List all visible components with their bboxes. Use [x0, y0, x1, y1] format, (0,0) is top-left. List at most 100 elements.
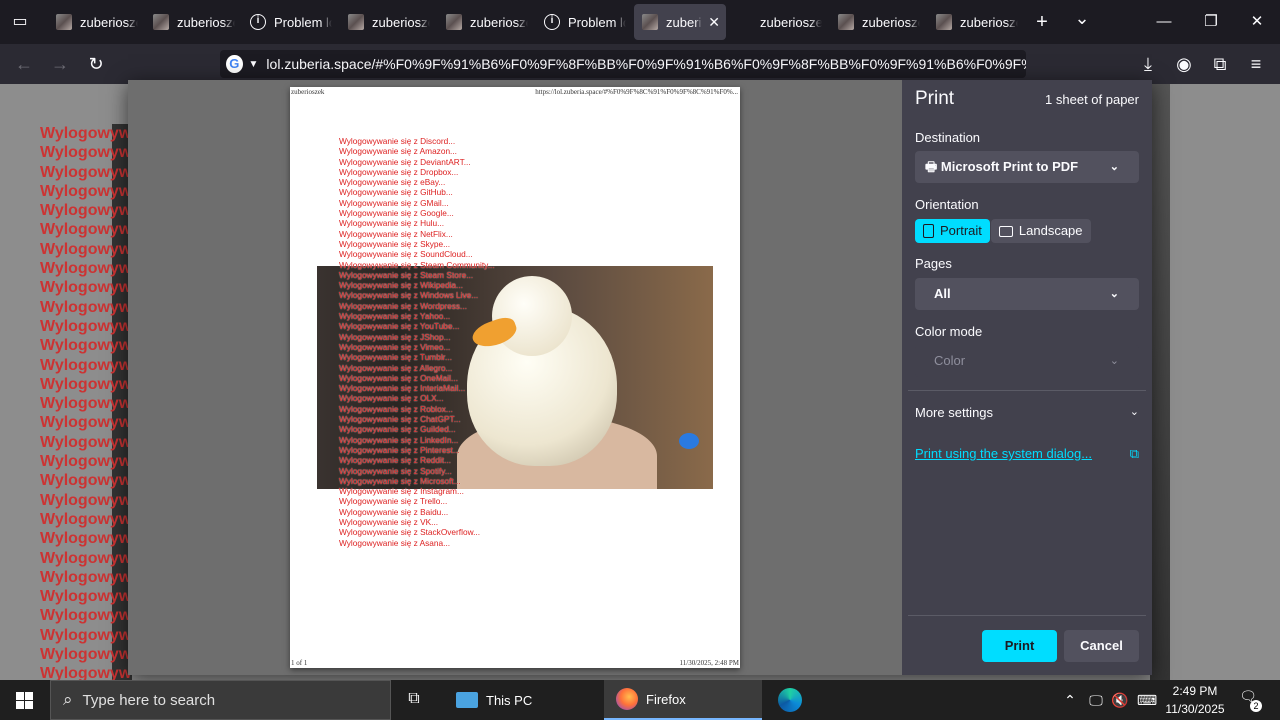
logout-message: Wylogowywanie się z Tumblr...: [339, 352, 452, 363]
background-text-line: Wylogowyw: [40, 163, 132, 181]
tab[interactable]: zuberiosze: [48, 4, 144, 40]
site-favicon-icon: [153, 14, 169, 30]
background-text-line: Wylogowyw: [40, 337, 132, 355]
volume-muted-icon[interactable]: 🔇: [1108, 680, 1132, 720]
logout-message: Wylogowywanie się z StackOverflow...: [339, 527, 481, 538]
logout-message: Wylogowywanie się z SoundCloud...: [339, 249, 473, 260]
logout-message: Wylogowywanie się z eBay...: [339, 177, 446, 188]
portrait-label: Portrait: [940, 223, 982, 238]
destination-select[interactable]: 🖶 Microsoft Print to PDF ⌄: [915, 151, 1139, 183]
background-text-line: Wylogowyw: [40, 375, 132, 393]
tab-label: zuberiosze: [760, 14, 822, 30]
background-text-line: Wylogowyw: [40, 240, 132, 258]
tab[interactable]: zuberiosze: [830, 4, 926, 40]
logout-message: Wylogowywanie się z Baidu...: [339, 506, 449, 517]
portrait-icon: [923, 224, 934, 238]
background-text-line: Wylogowyw: [40, 626, 132, 644]
close-window-icon[interactable]: ✕: [1234, 0, 1280, 44]
print-button[interactable]: Print: [982, 630, 1057, 662]
tab-list-icon[interactable]: ⌄: [1072, 8, 1092, 28]
url-text[interactable]: lol.zuberia.space/#%F0%9F%91%B6%F0%9F%8F…: [266, 56, 1026, 72]
logout-message: Wylogowywanie się z Spotify...: [339, 465, 452, 476]
site-favicon-icon: [642, 14, 658, 30]
taskbar: ⌕ Type here to search ⧉ This PC Firefox …: [0, 680, 1280, 720]
sheet-count: 1 sheet of paper: [1045, 92, 1139, 107]
restore-icon[interactable]: ❐: [1188, 0, 1234, 44]
logout-message: Wylogowywanie się z Instagram...: [339, 486, 464, 497]
tab[interactable]: zuberiosze: [145, 4, 241, 40]
tab[interactable]: zuberiosze: [438, 4, 534, 40]
firefox-view-icon[interactable]: ▭: [10, 12, 30, 32]
tab-label: zuberiosze: [372, 14, 430, 30]
clock[interactable]: 2:49 PM 11/30/2025: [1160, 682, 1230, 718]
site-favicon-icon: [446, 14, 462, 30]
cancel-button[interactable]: Cancel: [1064, 630, 1139, 662]
minimize-icon[interactable]: —: [1141, 0, 1187, 44]
tab[interactable]: i Problem lo: [242, 4, 338, 40]
logout-message: Wylogowywanie się z DeviantART...: [339, 156, 471, 167]
download-icon[interactable]: ⤓: [1136, 52, 1160, 76]
color-mode-label: Color mode: [915, 324, 983, 339]
tab-label: zuberiosze: [960, 14, 1018, 30]
app-label: Firefox: [646, 691, 686, 707]
background-text-line: Wylogowyw: [40, 510, 132, 528]
taskbar-search[interactable]: ⌕ Type here to search: [50, 680, 391, 720]
logout-message: Wylogowywanie się z VK...: [339, 516, 439, 527]
pages-select[interactable]: All ⌄: [915, 278, 1139, 310]
keyboard-icon[interactable]: ⌨: [1134, 680, 1160, 720]
logout-message: Wylogowywanie się z Guilded...: [339, 424, 456, 435]
taskbar-app-firefox[interactable]: Firefox: [604, 680, 762, 720]
tab[interactable]: i Problem lo: [536, 4, 632, 40]
forward-icon[interactable]: →: [48, 52, 72, 76]
portrait-button[interactable]: Portrait: [915, 219, 990, 243]
system-dialog-link[interactable]: Print using the system dialog... ⧉: [915, 446, 1139, 461]
logout-message-list: Wylogowywanie się z Discord... Wylogowywa…: [339, 136, 495, 548]
close-tab-icon[interactable]: ✕: [708, 14, 720, 31]
tab[interactable]: zuberiosze: [752, 4, 828, 40]
menu-icon[interactable]: ≡: [1244, 52, 1268, 76]
extensions-icon[interactable]: ⧉: [1208, 52, 1232, 76]
tab[interactable]: zuberiosze: [340, 4, 436, 40]
reload-icon[interactable]: ↻: [84, 52, 108, 76]
google-icon[interactable]: G: [226, 55, 243, 73]
background-text-line: Wylogowyw: [40, 607, 132, 625]
background-text-line: Wylogowyw: [40, 414, 132, 432]
background-text-line: Wylogowyw: [40, 395, 132, 413]
tab-active[interactable]: zuberio ✕: [634, 4, 726, 40]
tab-label: zuberiosze: [177, 14, 235, 30]
new-tab-icon[interactable]: +: [1032, 12, 1052, 32]
system-dialog-label: Print using the system dialog...: [915, 446, 1093, 461]
chevron-down-icon[interactable]: ▼: [249, 59, 259, 70]
landscape-button[interactable]: Landscape: [990, 219, 1091, 243]
start-button[interactable]: [0, 680, 48, 720]
chevron-up-icon[interactable]: ⌃: [1060, 680, 1080, 720]
more-settings-toggle[interactable]: More settings ⌄: [915, 405, 1139, 420]
destination-label: Destination: [915, 130, 981, 145]
logout-message: Wylogowywanie się z GitHub...: [339, 187, 453, 198]
network-icon[interactable]: 🖵: [1084, 680, 1108, 720]
background-text-line: Wylogowyw: [40, 202, 132, 220]
sheet-header-left: zuberioszek: [291, 88, 325, 96]
info-icon: i: [250, 14, 266, 30]
account-icon[interactable]: ◉: [1172, 52, 1196, 76]
this-pc-icon: [456, 692, 478, 708]
chevron-down-icon: ⌄: [1129, 406, 1139, 418]
background-text-line: Wylogowyw: [40, 588, 132, 606]
background-text-line: Wylogowyw: [40, 356, 132, 374]
external-link-icon: ⧉: [1129, 446, 1139, 461]
back-icon[interactable]: ←: [12, 52, 36, 76]
taskbar-app-edge[interactable]: [766, 680, 814, 720]
url-bar[interactable]: G ▼ lol.zuberia.space/#%F0%9F%91%B6%F0%9…: [220, 50, 1026, 78]
logout-message: Wylogowywanie się z Steam Store...: [339, 269, 474, 280]
edge-icon: [778, 688, 802, 712]
logout-message: Wylogowywanie się z Amazon...: [339, 146, 457, 157]
background-text-line: Wylogowyw: [40, 182, 132, 200]
tab-label: zuberiosze: [862, 14, 920, 30]
tab[interactable]: zuberiosze: [928, 4, 1024, 40]
task-view-icon[interactable]: ⧉: [404, 690, 424, 710]
logout-message: Wylogowywanie się z OneMail...: [339, 372, 458, 383]
background-text-line: Wylogowyw: [40, 530, 132, 548]
tab-label: zuberiosze: [80, 14, 138, 30]
taskbar-app-this-pc[interactable]: This PC: [444, 680, 602, 720]
site-favicon-icon: [936, 14, 952, 30]
